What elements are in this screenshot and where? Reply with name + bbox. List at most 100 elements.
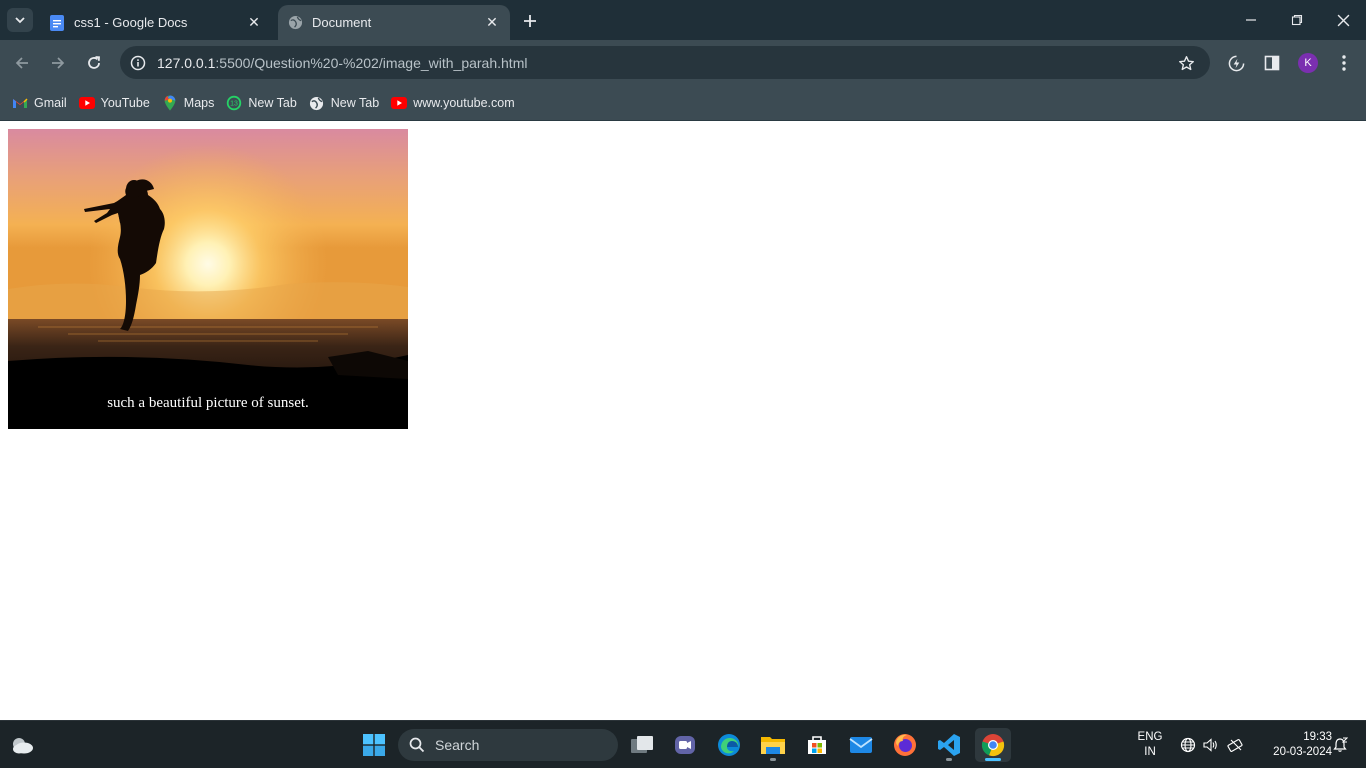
side-panel-icon — [1264, 55, 1280, 71]
tab-title: css1 - Google Docs — [74, 15, 188, 30]
close-icon — [1337, 14, 1349, 26]
forward-button[interactable] — [44, 49, 72, 77]
notifications-button[interactable] — [1330, 735, 1350, 755]
search-icon — [408, 736, 426, 754]
minimize-button[interactable] — [1228, 0, 1274, 40]
language-indicator[interactable]: ENG IN — [1130, 730, 1170, 760]
globe-icon — [309, 95, 325, 111]
side-panel-button[interactable] — [1258, 49, 1286, 77]
chrome-icon — [981, 734, 1005, 757]
bookmark-youtube[interactable]: YouTube — [77, 90, 156, 116]
battery-charging-icon — [1227, 739, 1243, 752]
bookmark-label: Maps — [183, 96, 215, 110]
teams-icon — [675, 736, 695, 754]
mail-icon — [849, 737, 873, 753]
battery-tray-button[interactable] — [1226, 735, 1246, 755]
profile-button[interactable]: K — [1294, 49, 1322, 77]
bookmark-label: Gmail — [34, 96, 67, 110]
windows-taskbar: Search ENG IN 19:33 20-03-2024 — [0, 720, 1366, 768]
running-indicator — [770, 758, 776, 761]
notification-badge: 13 — [230, 101, 238, 108]
maps-icon — [162, 95, 178, 111]
close-tab-icon[interactable]: ✕ — [482, 13, 502, 33]
vscode-button[interactable] — [931, 728, 967, 762]
url-host: 127.0.0.1 — [157, 54, 216, 71]
task-view-icon — [631, 736, 653, 753]
tab-google-docs[interactable]: css1 - Google Docs ✕ — [40, 5, 272, 40]
edge-icon — [718, 734, 740, 756]
plus-icon — [524, 15, 536, 27]
tab-search-button[interactable] — [7, 8, 33, 32]
bookmark-new-tab-whatsapp[interactable]: 13 New Tab — [224, 90, 302, 116]
start-button[interactable] — [356, 728, 392, 762]
mail-button[interactable] — [843, 728, 879, 762]
bookmark-label: www.youtube.com — [413, 96, 515, 110]
restore-button[interactable] — [1274, 0, 1320, 40]
youtube-icon — [78, 95, 95, 111]
bookmark-gmail[interactable]: Gmail — [10, 90, 73, 116]
tab-document[interactable]: Document ✕ — [278, 5, 510, 40]
system-clock[interactable]: 19:33 20-03-2024 — [1252, 730, 1332, 760]
teams-button[interactable] — [667, 728, 703, 762]
page-content: such a beautiful picture of sunset. — [0, 121, 1366, 720]
image-caption: such a beautiful picture of sunset. — [107, 395, 309, 411]
restore-icon — [1291, 14, 1303, 26]
kebab-menu-icon — [1342, 55, 1346, 71]
new-tab-button[interactable] — [518, 9, 542, 33]
search-placeholder: Search — [435, 737, 480, 753]
bookmark-maps[interactable]: Maps — [160, 90, 221, 116]
url-path: :5500/Question%20-%202/image_with_parah.… — [215, 54, 528, 71]
reload-icon — [88, 56, 100, 69]
reload-button[interactable] — [80, 49, 108, 77]
edge-button[interactable] — [711, 728, 747, 762]
active-indicator — [985, 758, 1001, 761]
task-view-button[interactable] — [624, 728, 660, 762]
close-window-button[interactable] — [1320, 0, 1366, 40]
microsoft-store-icon — [808, 736, 826, 754]
browser-tab-strip: css1 - Google Docs ✕ Document ✕ — [0, 0, 1366, 40]
minimize-icon — [1246, 19, 1256, 21]
address-bar[interactable]: 127.0.0.1:5500/Question%20-%202/image_wi… — [120, 46, 1210, 79]
vscode-icon — [938, 734, 960, 756]
url-text[interactable]: 127.0.0.1:5500/Question%20-%202/image_wi… — [157, 55, 527, 71]
back-arrow-icon — [15, 57, 28, 69]
taskbar-search[interactable]: Search — [398, 729, 618, 761]
tab-title: Document — [312, 15, 372, 30]
firefox-button[interactable] — [887, 728, 923, 762]
chrome-button[interactable] — [975, 728, 1011, 762]
bookmarks-bar: Gmail YouTube Maps 13 New Tab New Tab ww… — [0, 86, 1366, 121]
volume-tray-button[interactable] — [1200, 735, 1220, 755]
bookmark-label: YouTube — [100, 96, 150, 110]
bookmark-star-icon[interactable] — [1176, 53, 1196, 73]
bookmark-new-tab-globe[interactable]: New Tab — [307, 90, 385, 116]
google-docs-icon — [49, 14, 65, 31]
weather-widget[interactable] — [8, 733, 36, 757]
microsoft-store-button[interactable] — [799, 728, 835, 762]
notification-bell-icon — [1333, 737, 1348, 752]
windows-start-icon — [363, 734, 385, 756]
file-explorer-icon — [761, 737, 785, 754]
back-button[interactable] — [8, 49, 36, 77]
bookmark-label: New Tab — [330, 96, 380, 110]
performance-icon — [1228, 55, 1244, 71]
globe-network-icon — [1180, 737, 1196, 753]
clock-date: 20-03-2024 — [1273, 746, 1332, 758]
speaker-icon — [1203, 738, 1217, 752]
bookmark-youtube-com[interactable]: www.youtube.com — [389, 90, 520, 116]
globe-icon — [287, 15, 303, 31]
network-tray-button[interactable] — [1178, 735, 1198, 755]
site-info-icon[interactable] — [128, 53, 148, 73]
sunset-silhouette-image — [8, 129, 408, 429]
gmail-icon — [12, 95, 28, 111]
performance-button[interactable] — [1222, 49, 1250, 77]
close-tab-icon[interactable]: ✕ — [244, 13, 264, 33]
avatar: K — [1298, 53, 1318, 73]
browser-toolbar: 127.0.0.1:5500/Question%20-%202/image_wi… — [0, 40, 1366, 86]
youtube-icon — [391, 95, 408, 111]
forward-arrow-icon — [52, 57, 65, 69]
menu-button[interactable] — [1330, 49, 1358, 77]
chevron-down-icon — [15, 17, 25, 24]
sunset-figure: such a beautiful picture of sunset. — [8, 129, 408, 429]
file-explorer-button[interactable] — [755, 728, 791, 762]
clock-time: 19:33 — [1303, 731, 1332, 743]
